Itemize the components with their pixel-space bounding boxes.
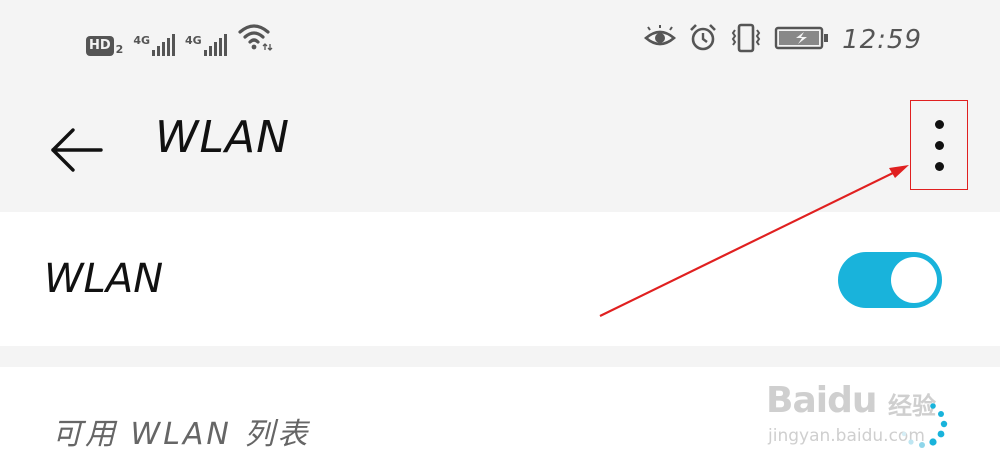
- back-arrow-icon: [51, 128, 103, 172]
- app-bar: WLAN: [0, 82, 1000, 212]
- more-dot: [934, 161, 944, 171]
- more-dot: [934, 119, 944, 129]
- more-dot: [934, 140, 944, 150]
- status-left: HD 2 4G 4G: [86, 22, 273, 56]
- signal2-label: 4G: [185, 34, 202, 47]
- page-title: WLAN: [155, 112, 291, 163]
- eye-comfort-icon: [644, 25, 677, 55]
- scanning-spinner-icon: [893, 400, 953, 450]
- wifi-icon: [237, 22, 273, 56]
- wlan-toggle-row[interactable]: WLAN: [0, 212, 1000, 346]
- hd-label: HD: [86, 36, 114, 56]
- battery-charging-icon: [774, 25, 830, 55]
- signal-icon-sim1: 4G: [133, 34, 176, 56]
- signal1-label: 4G: [133, 34, 151, 47]
- switch-knob: [891, 257, 937, 303]
- alarm-icon: [688, 23, 718, 57]
- wlan-switch[interactable]: [838, 252, 942, 308]
- status-bar: HD 2 4G 4G 12:59: [0, 0, 1000, 82]
- wlan-toggle-label: WLAN: [44, 256, 164, 302]
- status-right: 12:59: [644, 22, 922, 58]
- hd-sub-label: 2: [115, 43, 124, 56]
- watermark-logo: Baidu: [766, 380, 877, 421]
- signal-icon-sim2: 4G: [185, 34, 227, 56]
- available-wlan-label: 可用 WLAN 列表: [52, 417, 311, 452]
- back-button[interactable]: [44, 122, 110, 178]
- hd-voice-icon: HD 2: [86, 36, 123, 56]
- vibrate-icon: [730, 23, 762, 57]
- more-options-button[interactable]: [910, 100, 968, 190]
- status-time: 12:59: [842, 25, 922, 55]
